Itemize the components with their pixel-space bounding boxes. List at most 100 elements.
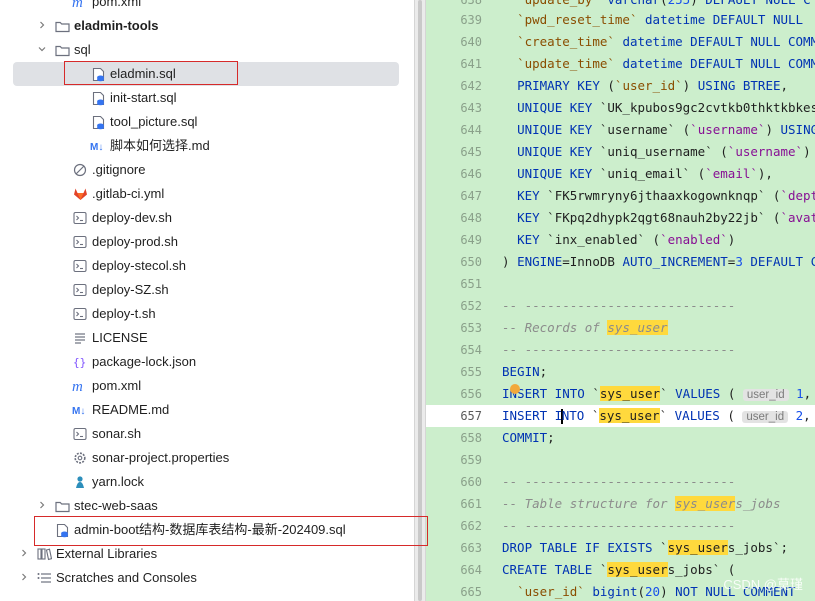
code-line[interactable]: 662 -- ---------------------------- xyxy=(426,515,815,537)
tree-item[interactable]: .gitlab-ci.yml xyxy=(0,182,414,206)
tree-item[interactable]: LICENSE xyxy=(0,326,414,350)
line-number: 658 xyxy=(460,431,482,445)
tree-item[interactable]: m pom.xml xyxy=(0,0,414,14)
folder-icon xyxy=(54,42,70,58)
line-number: 642 xyxy=(460,79,482,93)
sql-file-icon xyxy=(54,522,70,538)
code-line[interactable]: 651 xyxy=(426,273,815,295)
tree-item-label: deploy-stecol.sh xyxy=(92,258,186,273)
project-tree: m pom.xml eladmin-tools sql eladmin.sql init-… xyxy=(0,0,414,601)
current-code-line[interactable]: 657 INSERT INTO `sys_user` VALUES ( user_… xyxy=(426,405,815,427)
code-line[interactable]: 655 BEGIN; xyxy=(426,361,815,383)
tree-item-label: tool_picture.sql xyxy=(110,114,198,129)
tree-item[interactable]: eladmin.sql xyxy=(0,62,414,86)
chevron-right-icon[interactable] xyxy=(36,20,48,32)
tree-scrollbar[interactable] xyxy=(418,0,422,601)
maven-icon: m xyxy=(72,378,88,394)
line-number: 649 xyxy=(460,233,482,247)
line-number: 657 xyxy=(460,409,482,423)
maven-icon: m xyxy=(72,0,88,10)
tree-item-label: sonar-project.properties xyxy=(92,450,230,465)
gitlab-icon xyxy=(72,186,88,202)
code-line[interactable]: 645 UNIQUE KEY `uniq_username` (`usernam… xyxy=(426,141,815,163)
tree-item-label: deploy-t.sh xyxy=(92,306,156,321)
code-line[interactable]: 643 UNIQUE KEY `UK_kpubos9gc2cvtkb0thktk… xyxy=(426,97,815,119)
chevron-right-icon[interactable] xyxy=(18,572,30,584)
tree-item[interactable]: .gitignore xyxy=(0,158,414,182)
tree-item[interactable]: sonar-project.properties xyxy=(0,446,414,470)
code-line[interactable]: 661 -- Table structure for sys_users_jobs xyxy=(426,493,815,515)
tree-item-label: init-start.sql xyxy=(110,90,177,105)
panel-divider[interactable] xyxy=(414,0,426,601)
gitignore-icon xyxy=(72,162,88,178)
line-number: 653 xyxy=(460,321,482,335)
tree-item-label: pom.xml xyxy=(92,378,142,393)
tree-item[interactable]: tool_picture.sql xyxy=(0,110,414,134)
code-editor[interactable]: 638 `update_by` varchar(255) DEFAULT NUL… xyxy=(426,0,815,601)
tree-item[interactable]: m pom.xml xyxy=(0,374,414,398)
code-line[interactable]: 654 -- ---------------------------- xyxy=(426,339,815,361)
code-line[interactable]: 642 PRIMARY KEY (`user_id`) USING BTREE, xyxy=(426,75,815,97)
tree-item[interactable]: stec-web-saas xyxy=(0,494,414,518)
code-line[interactable]: 658 COMMIT; xyxy=(426,427,815,449)
tree-item[interactable]: sql xyxy=(0,38,414,62)
tree-item-label: pom.xml xyxy=(92,0,142,9)
line-number: 647 xyxy=(460,189,482,203)
tree-item-label: admin-boot结构-数据库表结构-最新-202409.sql xyxy=(74,522,346,537)
text-file-icon xyxy=(72,330,88,346)
code-line[interactable]: 640 `create_time` datetime DEFAULT NULL … xyxy=(426,31,815,53)
tree-item[interactable]: {} package-lock.json xyxy=(0,350,414,374)
tree-item-label: yarn.lock xyxy=(92,474,145,489)
line-code: KEY `FKpq2dhypk2qgt68nauh2by22jb` (`avat xyxy=(517,210,815,225)
tree-item[interactable]: deploy-dev.sh xyxy=(0,206,414,230)
code-line[interactable]: 660 -- ---------------------------- xyxy=(426,471,815,493)
chevron-right-icon[interactable] xyxy=(36,500,48,512)
tree-item[interactable]: deploy-SZ.sh xyxy=(0,278,414,302)
tree-item[interactable]: deploy-t.sh xyxy=(0,302,414,326)
code-line[interactable]: 644 UNIQUE KEY `username` (`username`) U… xyxy=(426,119,815,141)
tree-item-label: stec-web-saas xyxy=(74,498,158,513)
code-line[interactable]: 653 -- Records of sys_user xyxy=(426,317,815,339)
shell-icon xyxy=(72,282,88,298)
sql-file-icon xyxy=(90,66,106,82)
line-code: -- ---------------------------- xyxy=(502,342,736,357)
tree-item[interactable]: sonar.sh xyxy=(0,422,414,446)
line-number: 655 xyxy=(460,365,482,379)
tree-item[interactable]: External Libraries xyxy=(0,542,414,566)
svg-text:M↓: M↓ xyxy=(90,142,103,152)
tree-item-label: LICENSE xyxy=(92,330,148,345)
line-code: UNIQUE KEY `username` (`username`) USING xyxy=(517,122,815,137)
chevron-right-icon[interactable] xyxy=(18,548,30,560)
code-line[interactable]: 646 UNIQUE KEY `uniq_email` (`email`), xyxy=(426,163,815,185)
line-code: `update_time` datetime DEFAULT NULL COMM… xyxy=(517,56,815,71)
code-line[interactable]: 641 `update_time` datetime DEFAULT NULL … xyxy=(426,53,815,75)
code-line[interactable]: 649 KEY `inx_enabled` (`enabled`) xyxy=(426,229,815,251)
code-line[interactable]: 650) ENGINE=InnoDB AUTO_INCREMENT=3 DEFA… xyxy=(426,251,815,273)
tree-item[interactable]: yarn.lock xyxy=(0,470,414,494)
tree-item[interactable]: init-start.sql xyxy=(0,86,414,110)
code-line[interactable]: 656 INSERT INTO `sys_user` VALUES ( user_… xyxy=(426,383,815,405)
tree-item[interactable]: M↓ 脚本如何选择.md xyxy=(0,134,414,158)
tree-item[interactable]: deploy-stecol.sh xyxy=(0,254,414,278)
code-line[interactable]: 652 -- ---------------------------- xyxy=(426,295,815,317)
tree-item[interactable]: eladmin-tools xyxy=(0,14,414,38)
intention-bulb-icon[interactable] xyxy=(510,384,520,394)
line-code: KEY `FK5rwmryny6jthaaxkogownknqp` (`dept… xyxy=(517,188,815,203)
line-code: COMMIT; xyxy=(502,430,555,445)
svg-text:m: m xyxy=(72,0,83,9)
tree-item[interactable]: deploy-prod.sh xyxy=(0,230,414,254)
tree-item[interactable]: M↓ README.md xyxy=(0,398,414,422)
code-line[interactable]: 663 DROP TABLE IF EXISTS `sys_users_jobs`… xyxy=(426,537,815,559)
code-line[interactable]: 647 KEY `FK5rwmryny6jthaaxkogownknqp` (`… xyxy=(426,185,815,207)
tree-item[interactable]: Scratches and Consoles xyxy=(0,566,414,590)
line-number: 648 xyxy=(460,211,482,225)
code-line[interactable]: 639 `pwd_reset_time` datetime DEFAULT NU… xyxy=(426,9,815,31)
markdown-icon: M↓ xyxy=(72,402,88,418)
code-line[interactable]: 648 KEY `FKpq2dhypk2qgt68nauh2by22jb` (`… xyxy=(426,207,815,229)
code-line[interactable]: 659 xyxy=(426,449,815,471)
line-number: 652 xyxy=(460,299,482,313)
tree-item[interactable]: admin-boot结构-数据库表结构-最新-202409.sql xyxy=(0,518,414,542)
shell-icon xyxy=(72,426,88,442)
chevron-down-icon[interactable] xyxy=(36,44,48,56)
watermark: CSDN @莫瑾 xyxy=(723,577,803,592)
